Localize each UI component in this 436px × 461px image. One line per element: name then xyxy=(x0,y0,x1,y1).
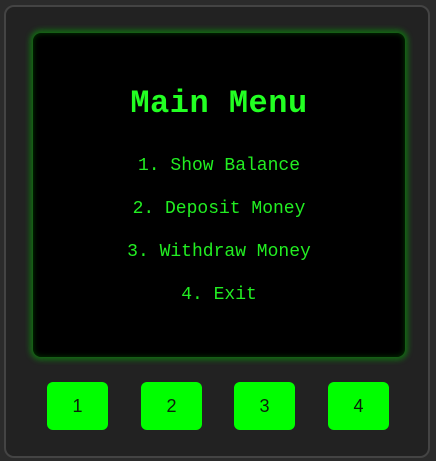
atm-screen: Main Menu 1. Show Balance 2. Deposit Mon… xyxy=(33,33,405,357)
keypad-button-2[interactable]: 2 xyxy=(141,382,202,430)
menu-item-withdraw-money[interactable]: 3. Withdraw Money xyxy=(33,242,405,262)
keypad-button-4[interactable]: 4 xyxy=(328,382,389,430)
menu-item-deposit-money[interactable]: 2. Deposit Money xyxy=(33,199,405,219)
menu-item-exit[interactable]: 4. Exit xyxy=(33,285,405,305)
menu-title: Main Menu xyxy=(130,85,308,122)
keypad-button-3[interactable]: 3 xyxy=(234,382,295,430)
atm-panel: Main Menu 1. Show Balance 2. Deposit Mon… xyxy=(4,5,430,458)
keypad-button-1[interactable]: 1 xyxy=(47,382,108,430)
menu-item-show-balance[interactable]: 1. Show Balance xyxy=(33,156,405,176)
